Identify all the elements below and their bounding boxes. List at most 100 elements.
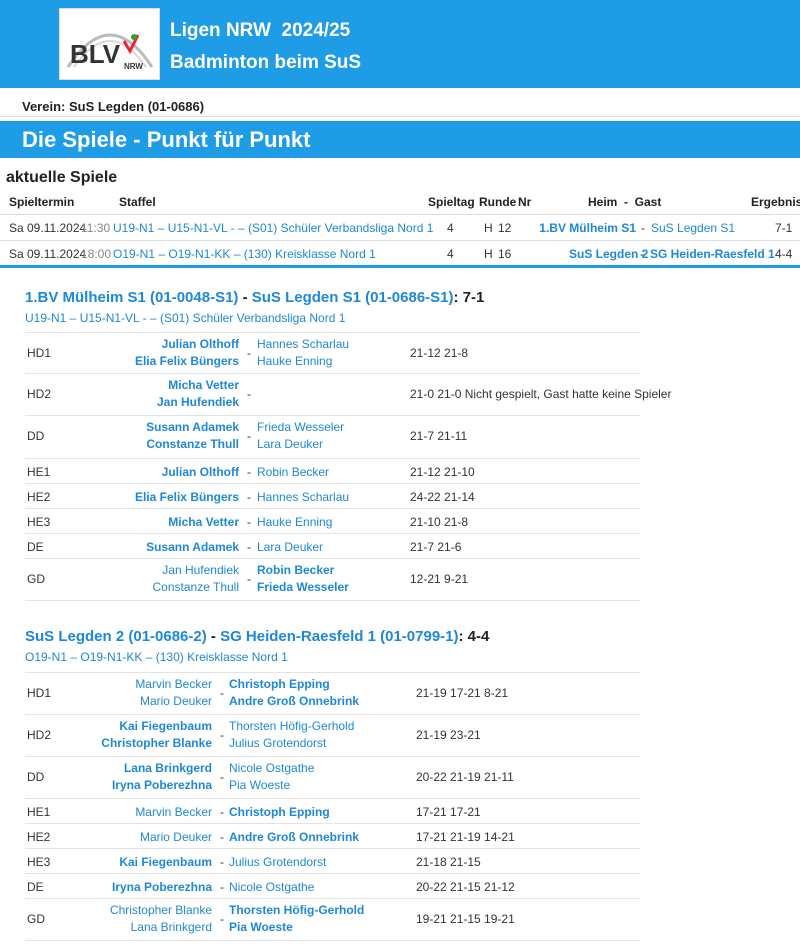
home-player-link[interactable]: Marvin Becker [135,805,212,819]
verein-label: Verein: SuS Legden (01-0686) [22,99,205,114]
match-score: : 7-1 [453,289,485,306]
discipline-result: 21-12 21-8 [410,346,469,360]
discipline-row: DE Susann Adamek - Lara Deuker 21-7 21-6 [25,533,640,559]
heim-team-link[interactable]: SuS Legden 2 [569,247,648,261]
player-separator: - [220,880,224,894]
guest-player-link[interactable]: Hannes Scharlau [257,490,349,504]
match-home-team-link[interactable]: 1.BV Mülheim S1 (01-0048-S1) [25,289,238,306]
player-separator: - [247,515,251,529]
match-title: 1.BV Mülheim S1 (01-0048-S1) - SuS Legde… [25,289,484,306]
guest-player-link[interactable]: Julius Grotendorst [229,855,326,869]
discipline-label: DD [27,429,45,443]
home-player-link[interactable]: Iryna Poberezhna [112,778,212,792]
game-row: Sa 09.11.2024 11:30 U19-N1 – U15-N1-VL -… [0,214,800,240]
blv-nrw-logo[interactable]: BLV NRW [59,8,160,80]
home-player-link[interactable]: Lana Brinkgerd [124,761,212,775]
home-player-link[interactable]: Iryna Poberezhna [112,880,212,894]
discipline-label: HD2 [27,387,52,401]
home-player-link[interactable]: Kai Fiegenbaum [119,855,212,869]
home-player-link[interactable]: Marvin Becker [135,677,212,691]
guest-player-link[interactable]: Andre Groß Onnebrink [229,830,359,844]
guest-player-link[interactable]: Christoph Epping [229,805,330,819]
guest-player-link[interactable]: Hauke Enning [257,354,332,368]
game-ergebnis[interactable]: 7-1 [775,221,792,235]
guest-player-link[interactable]: Thorsten Höfig-Gerhold [229,719,354,733]
match-title: SuS Legden 2 (01-0686-2) - SG Heiden-Rae… [25,628,489,645]
game-spieltag: 4 [447,221,454,235]
guest-player-link[interactable]: Hauke Enning [257,515,332,529]
home-player-link[interactable]: Elia Felix Büngers [135,354,239,368]
discipline-row: HE2 Mario Deuker - Andre Groß Onnebrink 17-2… [25,823,640,849]
svg-text:BLV: BLV [70,39,121,69]
guest-player-link[interactable]: Robin Becker [257,465,329,479]
home-player-link[interactable]: Julian Olthoff [162,337,239,351]
discipline-row: HE3 Kai Fiegenbaum - Julius Grotendorst 21-1… [25,848,640,874]
home-player-link[interactable]: Mario Deuker [140,830,212,844]
discipline-result: 21-0 21-0 Nicht gespielt, Gast hatte kei… [410,387,672,401]
home-player-link[interactable]: Constanze Thull [146,437,239,451]
guest-player-link[interactable]: Robin Becker [257,563,334,577]
gast-team-link[interactable]: SG Heiden-Raesfeld 1 [650,247,775,261]
heim-team-link[interactable]: 1.BV Mülheim S1 [539,221,636,235]
game-time: 11:30 [81,221,111,235]
home-player-link[interactable]: Lana Brinkgerd [131,920,212,934]
home-player-link[interactable]: Julian Olthoff [162,465,239,479]
guest-player-link[interactable]: Julius Grotendorst [229,736,326,750]
home-player-link[interactable]: Constanze Thull [153,580,240,594]
guest-player-link[interactable]: Lara Deuker [257,437,323,451]
match-home-team-link[interactable]: SuS Legden 2 (01-0686-2) [25,628,207,645]
match-dash: - [206,628,221,645]
home-player-link[interactable]: Micha Vetter [168,378,239,392]
discipline-row: HE1 Marvin Becker - Christoph Epping 17-21 1… [25,798,640,824]
staffel-link[interactable]: U19-N1 – U15-N1-VL - – (S01) Schüler Ver… [113,221,433,235]
guest-player-link[interactable]: Nicole Ostgathe [229,880,314,894]
home-player-link[interactable]: Christopher Blanke [101,736,212,750]
home-player-link[interactable]: Susann Adamek [146,420,239,434]
guest-player-link[interactable]: Andre Groß Onnebrink [229,694,359,708]
guest-player-link[interactable]: Pia Woeste [229,778,290,792]
staffel-link[interactable]: O19-N1 – O19-N1-KK – (130) Kreisklasse N… [113,247,376,261]
game-ergebnis[interactable]: 4-4 [775,247,792,261]
player-separator: - [220,728,224,742]
discipline-row: GD Christopher Blanke Lana Brinkgerd - Thors… [25,898,640,941]
guest-player-link[interactable]: Thorsten Höfig-Gerhold [229,903,364,917]
match-away-team-link[interactable]: SG Heiden-Raesfeld 1 (01-0799-1) [220,628,458,645]
discipline-result: 21-12 21-10 [410,465,475,479]
guest-player-link[interactable]: Nicole Ostgathe [229,761,314,775]
home-player-link[interactable]: Kai Fiegenbaum [119,719,212,733]
guest-player-link[interactable]: Frieda Wesseler [257,580,349,594]
discipline-label: GD [27,572,45,586]
discipline-result: 21-7 21-11 [410,429,468,443]
divider [25,600,640,601]
discipline-row: HD2 Micha Vetter Jan Hufendiek - 21-0 21-0 N… [25,373,671,416]
game-date: Sa 09.11.2024 [9,221,87,235]
match-away-team-link[interactable]: SuS Legden S1 (01-0686-S1) [252,289,454,306]
guest-player-link[interactable]: Lara Deuker [257,540,323,554]
col-header-spieltag: Spieltag [428,195,475,209]
team-separator: - [641,221,645,235]
guest-player-link[interactable]: Frieda Wesseler [257,420,344,434]
match-staffel-link[interactable]: O19-N1 – O19-N1-KK – (130) Kreisklasse N… [25,650,288,664]
gast-team-link[interactable]: SuS Legden S1 [651,221,735,235]
home-player-link[interactable]: Christopher Blanke [110,903,212,917]
col-header-ergebnis: Ergebnis [751,195,800,209]
divider [25,940,640,941]
match-staffel-link[interactable]: U19-N1 – U15-N1-VL - – (S01) Schüler Ver… [25,311,345,325]
home-player-link[interactable]: Micha Vetter [168,515,239,529]
home-player-link[interactable]: Susann Adamek [146,540,239,554]
discipline-result: 20-22 21-19 21-11 [416,770,514,784]
home-player-link[interactable]: Mario Deuker [140,694,212,708]
player-separator: - [247,387,251,401]
home-player-link[interactable]: Elia Felix Büngers [135,490,239,504]
home-player-link[interactable]: Jan Hufendiek [162,563,239,577]
guest-player-link[interactable]: Hannes Scharlau [257,337,349,351]
guest-player-link[interactable]: Pia Woeste [229,920,293,934]
guest-player-link[interactable]: Christoph Epping [229,677,330,691]
match-score: : 4-4 [458,628,490,645]
player-separator: - [220,805,224,819]
discipline-label: HE2 [27,830,51,844]
player-separator: - [247,540,251,554]
discipline-row: HE3 Micha Vetter - Hauke Enning 21-10 21-8 [25,508,640,534]
discipline-row: HD1 Marvin Becker Mario Deuker - Christoph E… [25,672,640,715]
home-player-link[interactable]: Jan Hufendiek [157,395,239,409]
